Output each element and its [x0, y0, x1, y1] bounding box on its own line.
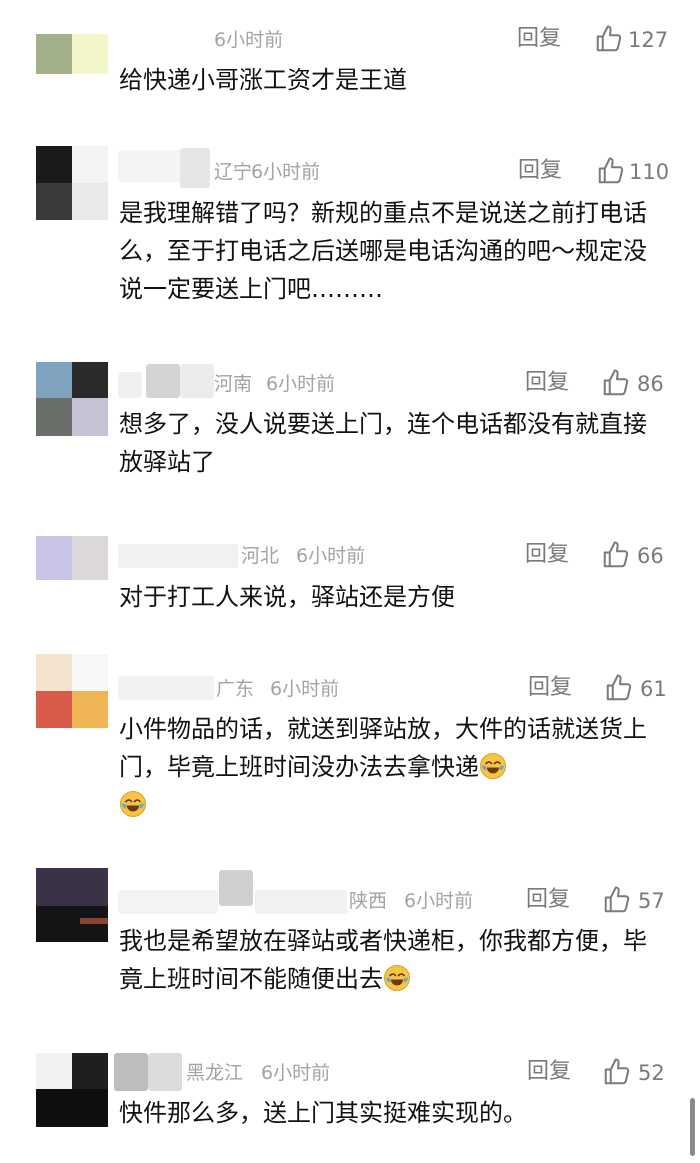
avatar[interactable]: [36, 654, 108, 728]
like-icon[interactable]: [601, 368, 631, 398]
scrollbar[interactable]: [690, 1098, 695, 1156]
comment-text: 想多了，没人说要送上门，连个电话都没有就直接放驿站了: [119, 410, 647, 476]
comment-region: 河北: [241, 545, 280, 567]
blurred-username: [146, 364, 180, 398]
like-count: 52: [638, 1061, 665, 1085]
blurred-username: [118, 890, 218, 914]
avatar[interactable]: [36, 34, 108, 74]
like-count: 110: [629, 160, 670, 184]
like-icon[interactable]: [601, 540, 631, 570]
blurred-username: [180, 148, 210, 188]
comment-time: 6小时前: [251, 161, 321, 183]
like-icon[interactable]: [596, 156, 626, 186]
comment-text: 快件那么多，送上门其实挺难实现的。: [119, 1099, 527, 1127]
blurred-username: [118, 372, 142, 398]
reply-button[interactable]: 回复: [525, 370, 569, 396]
comment-region: 河南: [214, 373, 253, 395]
face-with-tears-of-joy-icon: [480, 753, 506, 779]
comment-time: 6小时前: [214, 29, 284, 51]
comment-region: 黑龙江: [186, 1062, 244, 1084]
like-icon[interactable]: [602, 1057, 632, 1087]
comment-time: 6小时前: [404, 890, 474, 912]
reply-button[interactable]: 回复: [527, 1059, 571, 1085]
avatar[interactable]: [36, 1053, 108, 1127]
like-count: 66: [637, 544, 664, 568]
comment-text: 是我理解错了吗？新规的重点不是说送之前打电话么，至于打电话之后送哪是电话沟通的吧…: [119, 199, 647, 303]
like-count: 61: [640, 677, 667, 701]
avatar[interactable]: [36, 536, 108, 580]
blurred-username: [114, 1053, 148, 1091]
blurred-username: [255, 890, 347, 914]
comment-text: 我也是希望放在驿站或者快递柜，你我都方便，毕竟上班时间不能随便出去: [119, 922, 649, 998]
comment-region: 陕西: [349, 890, 388, 912]
blurred-username: [180, 364, 214, 398]
like-count: 57: [638, 889, 665, 913]
face-with-tears-of-joy-icon: [120, 791, 146, 817]
comment-text: 给快递小哥涨工资才是王道: [119, 66, 407, 94]
like-icon[interactable]: [604, 673, 634, 703]
reply-button[interactable]: 回复: [525, 542, 569, 568]
reply-button[interactable]: 回复: [517, 26, 561, 52]
comment-time: 6小时前: [266, 373, 336, 395]
blurred-username: [118, 676, 214, 700]
comment-time: 6小时前: [261, 1062, 331, 1084]
reply-button[interactable]: 回复: [518, 158, 562, 184]
comment-text-body: 小件物品的话，就送到驿站放，大件的话就送货上门，毕竟上班时间没办法去拿快递: [119, 715, 647, 781]
avatar[interactable]: [36, 362, 108, 436]
avatar[interactable]: [36, 146, 108, 220]
comment-region: 广东: [216, 678, 255, 700]
blurred-username: [118, 544, 238, 568]
blurred-username: [219, 870, 253, 906]
like-icon[interactable]: [602, 885, 632, 915]
avatar[interactable]: [36, 868, 108, 942]
face-with-tears-of-joy-icon: [384, 965, 410, 991]
comment-region: 辽宁: [214, 161, 253, 183]
comment-time: 6小时前: [270, 678, 340, 700]
blurred-username: [148, 1053, 182, 1091]
reply-button[interactable]: 回复: [528, 675, 572, 701]
comment-time: 6小时前: [296, 545, 366, 567]
like-count: 127: [628, 28, 669, 52]
like-icon[interactable]: [594, 24, 624, 54]
comment-text: 小件物品的话，就送到驿站放，大件的话就送货上门，毕竟上班时间没办法去拿快递: [119, 710, 659, 824]
comment-text: 对于打工人来说，驿站还是方便: [119, 583, 455, 611]
like-count: 86: [637, 372, 664, 396]
reply-button[interactable]: 回复: [526, 887, 570, 913]
